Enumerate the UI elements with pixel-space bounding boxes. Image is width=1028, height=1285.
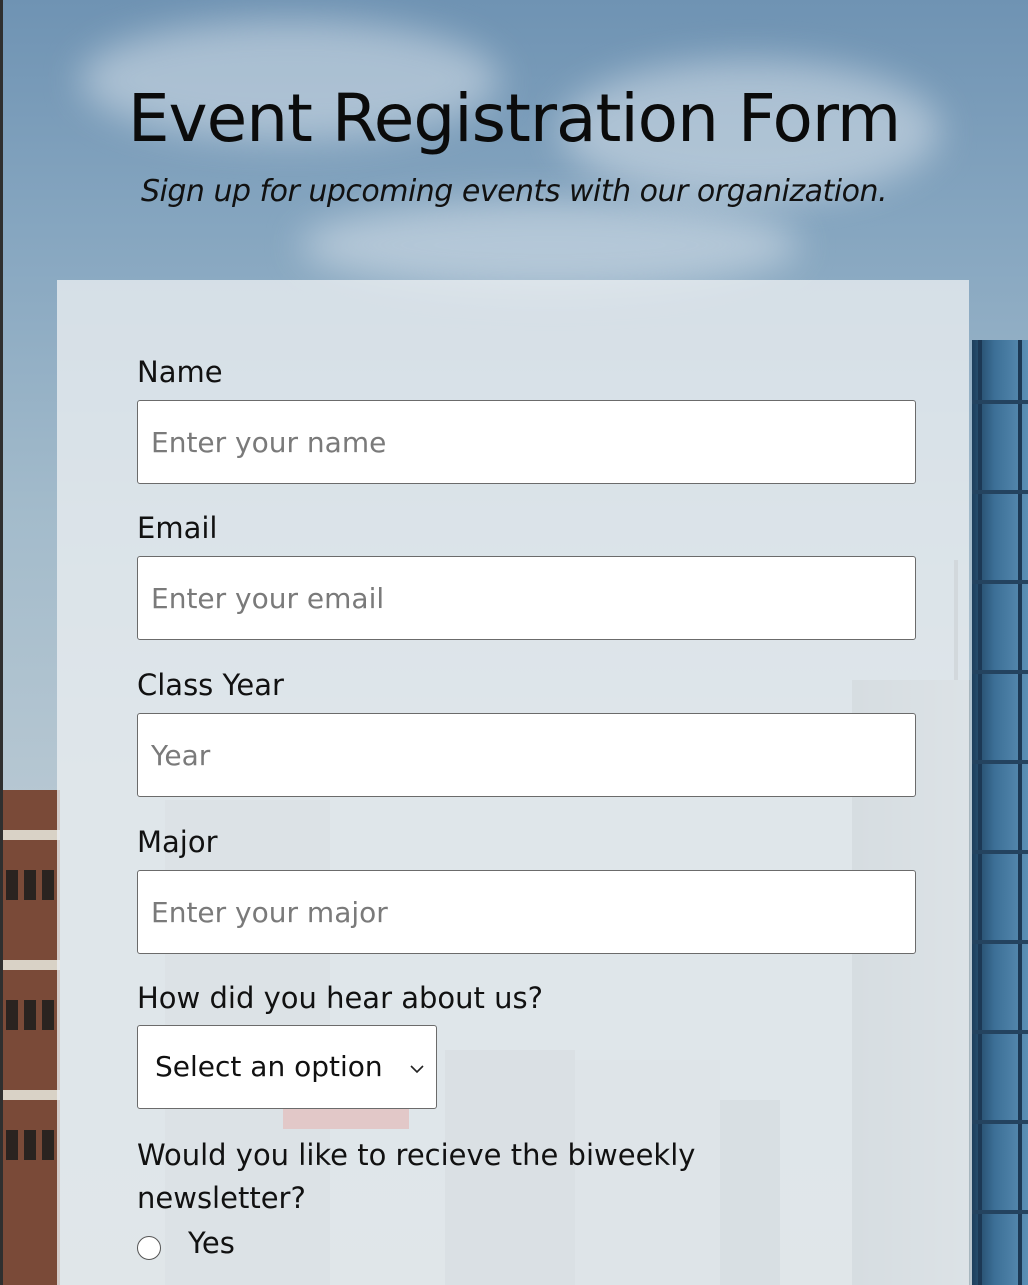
referral-select-value: Select an option: [155, 1050, 383, 1083]
page-subtitle: Sign up for upcoming events with our org…: [140, 174, 888, 209]
chevron-down-icon: [410, 1065, 424, 1074]
name-label: Name: [137, 355, 223, 389]
class-year-input[interactable]: [137, 713, 916, 797]
major-label: Major: [137, 825, 218, 859]
newsletter-question: Would you like to recieve the biweekly n…: [137, 1138, 696, 1215]
major-input[interactable]: [137, 870, 916, 954]
referral-label: How did you hear about us?: [137, 981, 543, 1015]
name-input[interactable]: [137, 400, 916, 484]
email-input[interactable]: [137, 556, 916, 640]
registration-form: Name Email Class Year Major How did you …: [57, 280, 969, 1285]
class-year-label: Class Year: [137, 668, 284, 702]
email-label: Email: [137, 511, 218, 545]
referral-select[interactable]: Select an option: [137, 1025, 437, 1109]
page-title: Event Registration Form: [127, 80, 901, 157]
newsletter-yes-radio[interactable]: [137, 1236, 161, 1260]
newsletter-yes-label: Yes: [188, 1226, 235, 1260]
page-header: Event Registration Form Sign up for upco…: [0, 0, 1028, 280]
